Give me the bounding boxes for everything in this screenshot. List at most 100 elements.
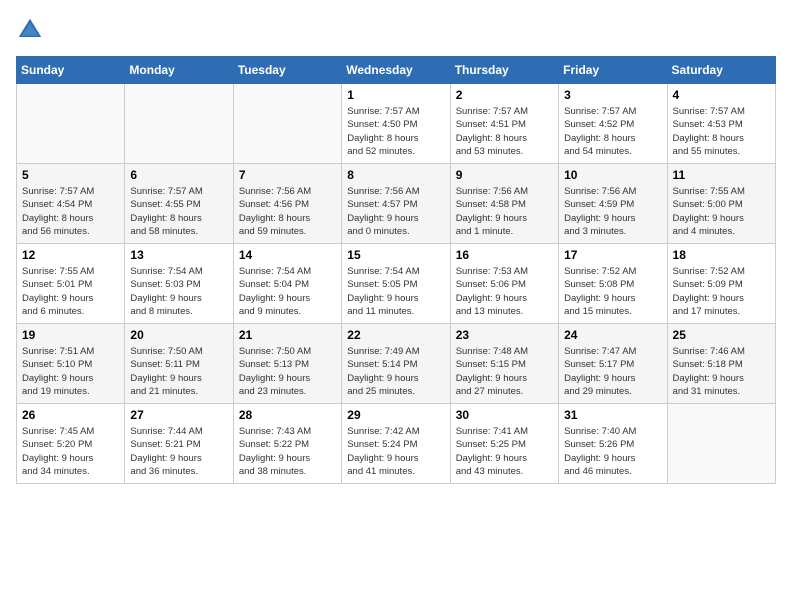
calendar-cell: 29 Sunrise: 7:42 AM Sunset: 5:24 PM Dayli…: [342, 404, 450, 484]
day-number: 27: [130, 408, 227, 422]
day-info: Sunrise: 7:55 AM Sunset: 5:01 PM Dayligh…: [22, 265, 119, 318]
day-info: Sunrise: 7:54 AM Sunset: 5:03 PM Dayligh…: [130, 265, 227, 318]
day-number: 31: [564, 408, 661, 422]
calendar-cell: 8 Sunrise: 7:56 AM Sunset: 4:57 PM Daylig…: [342, 164, 450, 244]
day-number: 24: [564, 328, 661, 342]
day-number: 2: [456, 88, 553, 102]
day-info: Sunrise: 7:56 AM Sunset: 4:57 PM Dayligh…: [347, 185, 444, 238]
day-info: Sunrise: 7:57 AM Sunset: 4:55 PM Dayligh…: [130, 185, 227, 238]
day-info: Sunrise: 7:50 AM Sunset: 5:11 PM Dayligh…: [130, 345, 227, 398]
calendar-cell: 25 Sunrise: 7:46 AM Sunset: 5:18 PM Dayli…: [667, 324, 775, 404]
weekday-header-saturday: Saturday: [667, 57, 775, 84]
day-info: Sunrise: 7:48 AM Sunset: 5:15 PM Dayligh…: [456, 345, 553, 398]
day-info: Sunrise: 7:56 AM Sunset: 4:59 PM Dayligh…: [564, 185, 661, 238]
calendar-cell: 28Sunrise: 7:43 AM Sunset: 5:22 PM Dayli…: [233, 404, 341, 484]
day-info: Sunrise: 7:56 AM Sunset: 4:56 PM Dayligh…: [239, 185, 336, 238]
day-number: 11: [673, 168, 770, 182]
calendar-cell: 26 Sunrise: 7:45 AM Sunset: 5:20 PM Dayli…: [17, 404, 125, 484]
calendar-cell: 22Sunrise: 7:49 AM Sunset: 5:14 PM Dayli…: [342, 324, 450, 404]
day-info: Sunrise: 7:49 AM Sunset: 5:14 PM Dayligh…: [347, 345, 444, 398]
calendar-cell: 13 Sunrise: 7:54 AM Sunset: 5:03 PM Dayli…: [125, 244, 233, 324]
day-number: 16: [456, 248, 553, 262]
day-info: Sunrise: 7:45 AM Sunset: 5:20 PM Dayligh…: [22, 425, 119, 478]
day-number: 9: [456, 168, 553, 182]
day-number: 5: [22, 168, 119, 182]
calendar-cell: 4 Sunrise: 7:57 AM Sunset: 4:53 PM Daylig…: [667, 84, 775, 164]
calendar-table: SundayMondayTuesdayWednesdayThursdayFrid…: [16, 56, 776, 484]
calendar-cell: 31 Sunrise: 7:40 AM Sunset: 5:26 PM Dayli…: [559, 404, 667, 484]
calendar-cell: [125, 84, 233, 164]
day-info: Sunrise: 7:52 AM Sunset: 5:09 PM Dayligh…: [673, 265, 770, 318]
calendar-cell: 3Sunrise: 7:57 AM Sunset: 4:52 PM Daylig…: [559, 84, 667, 164]
day-info: Sunrise: 7:54 AM Sunset: 5:05 PM Dayligh…: [347, 265, 444, 318]
day-info: Sunrise: 7:55 AM Sunset: 5:00 PM Dayligh…: [673, 185, 770, 238]
calendar-cell: 17 Sunrise: 7:52 AM Sunset: 5:08 PM Dayli…: [559, 244, 667, 324]
day-number: 20: [130, 328, 227, 342]
day-info: Sunrise: 7:46 AM Sunset: 5:18 PM Dayligh…: [673, 345, 770, 398]
day-info: Sunrise: 7:51 AM Sunset: 5:10 PM Dayligh…: [22, 345, 119, 398]
day-info: Sunrise: 7:57 AM Sunset: 4:50 PM Dayligh…: [347, 105, 444, 158]
day-number: 18: [673, 248, 770, 262]
logo: [16, 16, 48, 44]
day-info: Sunrise: 7:41 AM Sunset: 5:25 PM Dayligh…: [456, 425, 553, 478]
day-number: 30: [456, 408, 553, 422]
day-info: Sunrise: 7:53 AM Sunset: 5:06 PM Dayligh…: [456, 265, 553, 318]
day-number: 1: [347, 88, 444, 102]
calendar-cell: 12 Sunrise: 7:55 AM Sunset: 5:01 PM Dayli…: [17, 244, 125, 324]
calendar-cell: 19 Sunrise: 7:51 AM Sunset: 5:10 PM Dayli…: [17, 324, 125, 404]
day-number: 21: [239, 328, 336, 342]
day-info: Sunrise: 7:56 AM Sunset: 4:58 PM Dayligh…: [456, 185, 553, 238]
day-number: 26: [22, 408, 119, 422]
day-number: 3: [564, 88, 661, 102]
weekday-header-sunday: Sunday: [17, 57, 125, 84]
day-number: 12: [22, 248, 119, 262]
day-info: Sunrise: 7:47 AM Sunset: 5:17 PM Dayligh…: [564, 345, 661, 398]
logo-icon: [16, 16, 44, 44]
calendar-week-row: 26 Sunrise: 7:45 AM Sunset: 5:20 PM Dayli…: [17, 404, 776, 484]
day-info: Sunrise: 7:54 AM Sunset: 5:04 PM Dayligh…: [239, 265, 336, 318]
calendar-cell: 27 Sunrise: 7:44 AM Sunset: 5:21 PM Dayli…: [125, 404, 233, 484]
day-number: 14: [239, 248, 336, 262]
day-number: 10: [564, 168, 661, 182]
calendar-cell: 14 Sunrise: 7:54 AM Sunset: 5:04 PM Dayli…: [233, 244, 341, 324]
day-info: Sunrise: 7:42 AM Sunset: 5:24 PM Dayligh…: [347, 425, 444, 478]
day-info: Sunrise: 7:50 AM Sunset: 5:13 PM Dayligh…: [239, 345, 336, 398]
day-info: Sunrise: 7:52 AM Sunset: 5:08 PM Dayligh…: [564, 265, 661, 318]
day-number: 8: [347, 168, 444, 182]
day-number: 29: [347, 408, 444, 422]
calendar-cell: 9 Sunrise: 7:56 AM Sunset: 4:58 PM Daylig…: [450, 164, 558, 244]
calendar-cell: 23 Sunrise: 7:48 AM Sunset: 5:15 PM Dayli…: [450, 324, 558, 404]
calendar-cell: 7 Sunrise: 7:56 AM Sunset: 4:56 PM Daylig…: [233, 164, 341, 244]
calendar-cell: 30 Sunrise: 7:41 AM Sunset: 5:25 PM Dayli…: [450, 404, 558, 484]
day-number: 15: [347, 248, 444, 262]
day-number: 7: [239, 168, 336, 182]
day-info: Sunrise: 7:43 AM Sunset: 5:22 PM Dayligh…: [239, 425, 336, 478]
calendar-week-row: 5 Sunrise: 7:57 AM Sunset: 4:54 PM Daylig…: [17, 164, 776, 244]
calendar-cell: 21 Sunrise: 7:50 AM Sunset: 5:13 PM Dayli…: [233, 324, 341, 404]
day-number: 23: [456, 328, 553, 342]
weekday-header-wednesday: Wednesday: [342, 57, 450, 84]
header: [16, 16, 776, 44]
calendar-cell: 24 Sunrise: 7:47 AM Sunset: 5:17 PM Dayli…: [559, 324, 667, 404]
day-number: 19: [22, 328, 119, 342]
day-info: Sunrise: 7:57 AM Sunset: 4:51 PM Dayligh…: [456, 105, 553, 158]
weekday-header-tuesday: Tuesday: [233, 57, 341, 84]
day-info: Sunrise: 7:44 AM Sunset: 5:21 PM Dayligh…: [130, 425, 227, 478]
calendar-cell: 11 Sunrise: 7:55 AM Sunset: 5:00 PM Dayli…: [667, 164, 775, 244]
calendar-cell: 2 Sunrise: 7:57 AM Sunset: 4:51 PM Daylig…: [450, 84, 558, 164]
day-info: Sunrise: 7:57 AM Sunset: 4:53 PM Dayligh…: [673, 105, 770, 158]
day-number: 25: [673, 328, 770, 342]
day-number: 13: [130, 248, 227, 262]
calendar-week-row: 19 Sunrise: 7:51 AM Sunset: 5:10 PM Dayli…: [17, 324, 776, 404]
day-info: Sunrise: 7:57 AM Sunset: 4:54 PM Dayligh…: [22, 185, 119, 238]
weekday-header-thursday: Thursday: [450, 57, 558, 84]
calendar-cell: 18 Sunrise: 7:52 AM Sunset: 5:09 PM Dayli…: [667, 244, 775, 324]
calendar-cell: 10 Sunrise: 7:56 AM Sunset: 4:59 PM Dayli…: [559, 164, 667, 244]
day-number: 17: [564, 248, 661, 262]
calendar-week-row: 12 Sunrise: 7:55 AM Sunset: 5:01 PM Dayli…: [17, 244, 776, 324]
weekday-header-row: SundayMondayTuesdayWednesdayThursdayFrid…: [17, 57, 776, 84]
calendar-cell: [233, 84, 341, 164]
day-number: 4: [673, 88, 770, 102]
calendar-cell: 20 Sunrise: 7:50 AM Sunset: 5:11 PM Dayli…: [125, 324, 233, 404]
day-info: Sunrise: 7:40 AM Sunset: 5:26 PM Dayligh…: [564, 425, 661, 478]
